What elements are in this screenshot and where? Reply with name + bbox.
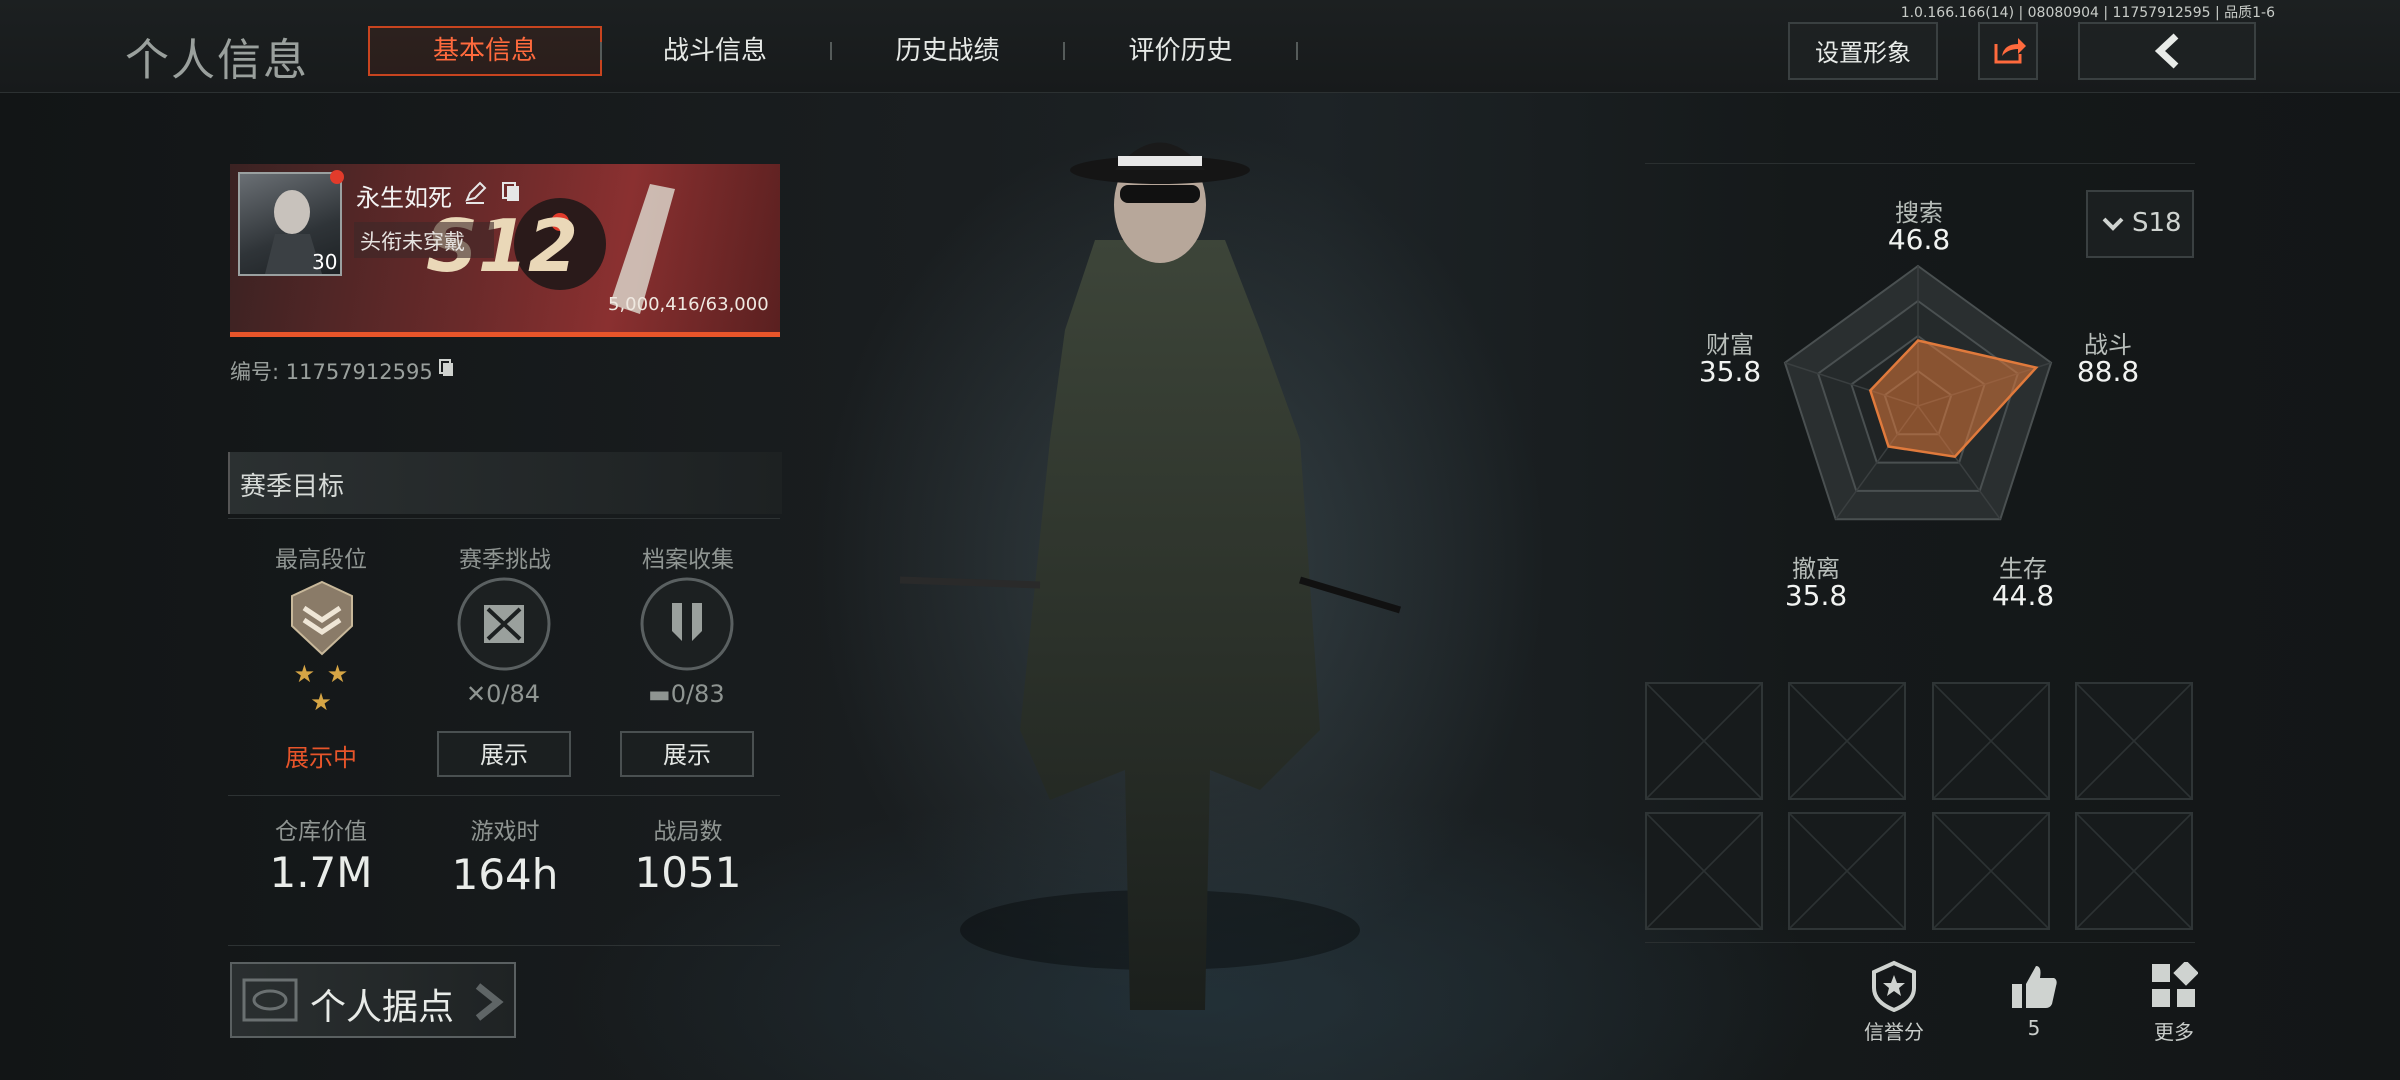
like-count: 5 xyxy=(2027,1016,2041,1040)
player-title: 头衔未穿戴 xyxy=(360,230,465,254)
rank-stars: ★ ★ ★ xyxy=(293,660,351,716)
tab-combat-info[interactable]: 战斗信息 xyxy=(605,26,825,76)
chevron-right-icon xyxy=(475,983,504,1021)
copy-id-icon[interactable] xyxy=(437,358,457,380)
divider xyxy=(228,795,780,796)
archive-collection-label: 档案收集 xyxy=(642,547,734,573)
copy-name-icon[interactable] xyxy=(500,180,524,206)
player-name: 永生如死 xyxy=(356,184,452,212)
like-button[interactable]: 5 xyxy=(1984,956,2084,1046)
radar-value-survival: 44.8 xyxy=(1991,579,2055,612)
set-appearance-button[interactable]: 设置形象 xyxy=(1788,22,1938,80)
edit-name-icon[interactable] xyxy=(462,180,488,206)
more-label: 更多 xyxy=(2154,1020,2194,1044)
match-count-value: 1051 xyxy=(634,848,742,897)
show-challenge-button[interactable]: 展示 xyxy=(437,731,571,777)
character-model xyxy=(899,142,1402,1010)
equipment-slot[interactable] xyxy=(1788,682,1906,800)
crossed-swords-icon xyxy=(457,577,551,671)
page-title: 个人信息 xyxy=(125,35,309,86)
season-challenge-label: 赛季挑战 xyxy=(459,547,551,573)
notification-dot xyxy=(330,170,344,184)
equipment-slot[interactable] xyxy=(1645,812,1763,930)
back-chevron-icon xyxy=(2154,33,2179,69)
base-icon xyxy=(242,978,298,1022)
challenge-progress: ✕0/84 xyxy=(466,680,541,708)
play-time-label: 游戏时 xyxy=(470,819,540,845)
tab-basic-info[interactable]: 基本信息 xyxy=(368,26,602,76)
back-button[interactable] xyxy=(2078,22,2256,80)
equipment-slot[interactable] xyxy=(2075,812,2193,930)
tab-divider xyxy=(600,42,602,60)
archive-progress: ▬0/83 xyxy=(648,680,725,708)
equipment-slot[interactable] xyxy=(1932,682,2050,800)
card-progress-text: 5,000,416/63,000 xyxy=(608,294,769,315)
share-button[interactable] xyxy=(1978,22,2038,80)
tab-history-record[interactable]: 历史战绩 xyxy=(835,26,1060,76)
play-time-value: 164h xyxy=(451,850,559,899)
card-progress-bar xyxy=(230,332,780,337)
tab-divider xyxy=(830,42,832,60)
challenge-progress-value: 0/84 xyxy=(486,680,541,708)
match-count-label: 战局数 xyxy=(653,819,723,845)
radar-value-search: 46.8 xyxy=(1887,223,1951,256)
files-icon xyxy=(640,577,734,671)
tab-review-history[interactable]: 评价历史 xyxy=(1068,26,1293,76)
warehouse-value-label: 仓库价值 xyxy=(275,819,367,845)
personal-base-button[interactable]: 个人据点 xyxy=(230,962,516,1038)
grid-more-icon xyxy=(2152,962,2198,1007)
season-select-value: S18 xyxy=(2132,208,2182,238)
player-id: 编号: 11757912595 xyxy=(230,360,433,384)
divider xyxy=(1645,942,2195,943)
divider xyxy=(228,945,780,946)
tab-divider xyxy=(1296,42,1298,60)
season-goals-title: 赛季目标 xyxy=(240,472,345,502)
equipment-slot[interactable] xyxy=(1788,812,1906,930)
version-text: 1.0.166.166(14) | 08080904 | 11757912595… xyxy=(1900,5,2275,21)
showing-status: 展示中 xyxy=(285,744,357,772)
highest-rank-label: 最高段位 xyxy=(275,547,367,573)
radar-value-extraction: 35.8 xyxy=(1784,579,1848,612)
chevron-down-icon xyxy=(2102,217,2124,231)
radar-chart xyxy=(1783,264,2053,521)
personal-base-label: 个人据点 xyxy=(310,987,455,1028)
warehouse-value: 1.7M xyxy=(269,848,373,897)
season-select[interactable]: S18 xyxy=(2086,190,2194,258)
divider xyxy=(228,518,780,519)
avatar-level: 30 xyxy=(312,250,338,274)
tab-divider xyxy=(1063,42,1065,60)
show-archive-button[interactable]: 展示 xyxy=(620,731,754,777)
thumbs-up-icon xyxy=(2012,966,2057,1008)
credit-score-label: 信誉分 xyxy=(1864,1020,1924,1044)
divider xyxy=(1645,163,2195,164)
more-button[interactable]: 更多 xyxy=(2124,956,2224,1046)
rank-emblem-icon xyxy=(291,580,353,656)
credit-score-button[interactable]: 信誉分 xyxy=(1844,956,1944,1046)
equipment-slot[interactable] xyxy=(1932,812,2050,930)
share-icon xyxy=(1994,38,2026,64)
equipment-slot[interactable] xyxy=(1645,682,1763,800)
archive-progress-value: 0/83 xyxy=(670,680,725,708)
radar-value-combat: 88.8 xyxy=(2076,355,2140,388)
shield-star-icon xyxy=(1872,960,1916,1012)
radar-value-wealth: 35.8 xyxy=(1698,355,1762,388)
equipment-slot[interactable] xyxy=(2075,682,2193,800)
